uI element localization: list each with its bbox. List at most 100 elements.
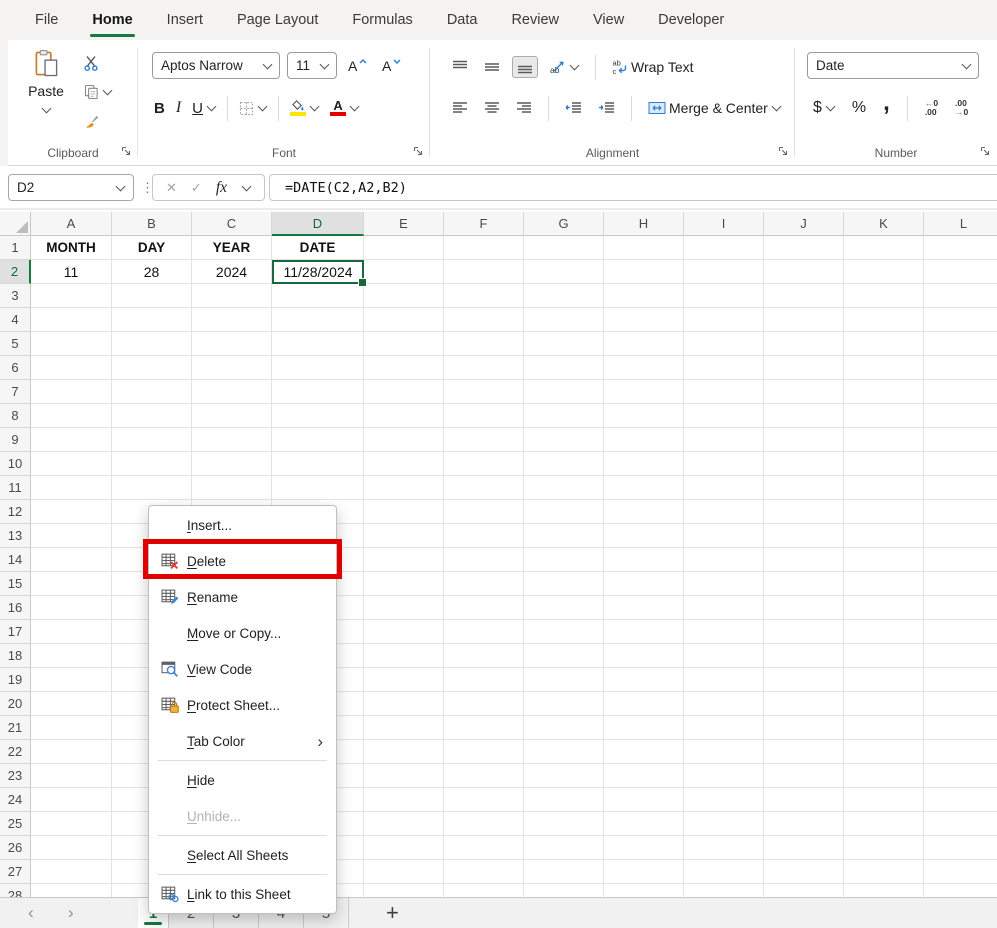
cell-l6[interactable]	[924, 356, 997, 380]
cell-j5[interactable]	[764, 332, 844, 356]
cell-f23[interactable]	[444, 764, 524, 788]
formula-input[interactable]: =DATE(C2,A2,B2)	[269, 174, 997, 201]
cell-a15[interactable]	[31, 572, 112, 596]
cell-k23[interactable]	[844, 764, 924, 788]
cell-f22[interactable]	[444, 740, 524, 764]
clipboard-dialog-launcher[interactable]	[120, 145, 133, 158]
cell-e15[interactable]	[364, 572, 444, 596]
increase-decimal-button[interactable]: ←0.00	[921, 97, 942, 119]
cell-f13[interactable]	[444, 524, 524, 548]
cell-g13[interactable]	[524, 524, 604, 548]
cell-i19[interactable]	[684, 668, 764, 692]
cell-g25[interactable]	[524, 812, 604, 836]
cell-k21[interactable]	[844, 716, 924, 740]
cell-l11[interactable]	[924, 476, 997, 500]
cancel-button[interactable]: ✕	[166, 180, 177, 196]
row-header-10[interactable]: 10	[0, 452, 31, 476]
cell-h4[interactable]	[604, 308, 684, 332]
cell-l14[interactable]	[924, 548, 997, 572]
paste-button[interactable]: Paste	[18, 49, 74, 149]
row-header-8[interactable]: 8	[0, 404, 31, 428]
cell-f28[interactable]	[444, 884, 524, 897]
cell-a21[interactable]	[31, 716, 112, 740]
row-header-4[interactable]: 4	[0, 308, 31, 332]
cell-j17[interactable]	[764, 620, 844, 644]
cell-e22[interactable]	[364, 740, 444, 764]
cell-h20[interactable]	[604, 692, 684, 716]
menu-item-rename[interactable]: Rename	[149, 579, 336, 615]
cell-f24[interactable]	[444, 788, 524, 812]
cell-j3[interactable]	[764, 284, 844, 308]
fill-color-button[interactable]	[286, 98, 323, 118]
align-top-button[interactable]	[448, 57, 472, 77]
merge-center-button[interactable]: Merge & Center	[644, 98, 785, 118]
font-dialog-launcher[interactable]	[412, 145, 425, 158]
menu-item-select-all-sheets[interactable]: Select All Sheets	[149, 837, 336, 873]
cell-k14[interactable]	[844, 548, 924, 572]
cell-g7[interactable]	[524, 380, 604, 404]
tab-file[interactable]: File	[18, 0, 75, 40]
cell-h21[interactable]	[604, 716, 684, 740]
row-header-24[interactable]: 24	[0, 788, 31, 812]
row-header-13[interactable]: 13	[0, 524, 31, 548]
cell-b3[interactable]	[112, 284, 192, 308]
cell-h27[interactable]	[604, 860, 684, 884]
cell-f18[interactable]	[444, 644, 524, 668]
menu-item-hide[interactable]: Hide	[149, 762, 336, 798]
cell-a8[interactable]	[31, 404, 112, 428]
cell-j13[interactable]	[764, 524, 844, 548]
cell-a7[interactable]	[31, 380, 112, 404]
row-header-23[interactable]: 23	[0, 764, 31, 788]
cell-j19[interactable]	[764, 668, 844, 692]
cell-c1[interactable]: YEAR	[192, 236, 272, 260]
cell-g27[interactable]	[524, 860, 604, 884]
cell-e9[interactable]	[364, 428, 444, 452]
cell-l26[interactable]	[924, 836, 997, 860]
cell-f26[interactable]	[444, 836, 524, 860]
cell-e20[interactable]	[364, 692, 444, 716]
cell-f12[interactable]	[444, 500, 524, 524]
font-color-button[interactable]: A	[326, 98, 363, 118]
cell-h7[interactable]	[604, 380, 684, 404]
cell-j21[interactable]	[764, 716, 844, 740]
row-header-9[interactable]: 9	[0, 428, 31, 452]
cell-l16[interactable]	[924, 596, 997, 620]
cell-g3[interactable]	[524, 284, 604, 308]
cell-g15[interactable]	[524, 572, 604, 596]
cell-f10[interactable]	[444, 452, 524, 476]
row-header-6[interactable]: 6	[0, 356, 31, 380]
column-header-k[interactable]: K	[844, 212, 924, 236]
cell-c2[interactable]: 2024	[192, 260, 272, 284]
cell-i21[interactable]	[684, 716, 764, 740]
cell-i13[interactable]	[684, 524, 764, 548]
column-header-j[interactable]: J	[764, 212, 844, 236]
cell-f20[interactable]	[444, 692, 524, 716]
cell-e6[interactable]	[364, 356, 444, 380]
cell-g24[interactable]	[524, 788, 604, 812]
cell-a4[interactable]	[31, 308, 112, 332]
cell-a2[interactable]: 11	[31, 260, 112, 284]
select-all-corner[interactable]	[0, 212, 31, 236]
cell-k18[interactable]	[844, 644, 924, 668]
cell-k13[interactable]	[844, 524, 924, 548]
cell-g22[interactable]	[524, 740, 604, 764]
cell-k26[interactable]	[844, 836, 924, 860]
cell-c6[interactable]	[192, 356, 272, 380]
cell-d9[interactable]	[272, 428, 364, 452]
cell-a1[interactable]: MONTH	[31, 236, 112, 260]
fill-handle[interactable]	[358, 278, 367, 287]
cell-a6[interactable]	[31, 356, 112, 380]
orientation-button[interactable]: ab	[546, 57, 583, 77]
tab-developer[interactable]: Developer	[641, 0, 741, 40]
cell-h17[interactable]	[604, 620, 684, 644]
cell-g18[interactable]	[524, 644, 604, 668]
cell-k1[interactable]	[844, 236, 924, 260]
tab-view[interactable]: View	[576, 0, 641, 40]
cell-j20[interactable]	[764, 692, 844, 716]
tab-review[interactable]: Review	[494, 0, 576, 40]
cell-k6[interactable]	[844, 356, 924, 380]
cell-d7[interactable]	[272, 380, 364, 404]
cell-k11[interactable]	[844, 476, 924, 500]
cell-b8[interactable]	[112, 404, 192, 428]
enter-button[interactable]: ✓	[191, 180, 202, 196]
